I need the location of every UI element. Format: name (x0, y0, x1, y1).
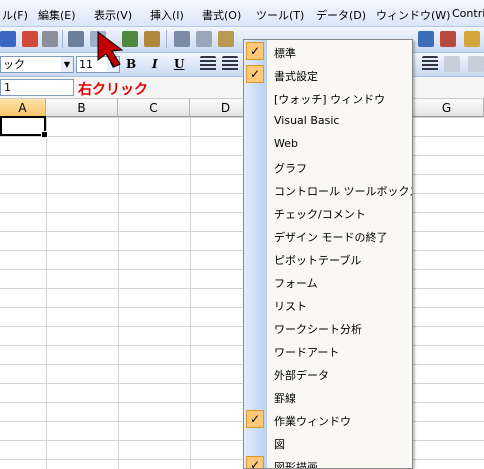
chevron-down-icon: ▼ (61, 57, 73, 72)
print-preview-icon[interactable] (42, 31, 58, 47)
menu-item-label: 標準 (274, 47, 296, 60)
cut-icon[interactable] (174, 31, 190, 47)
menu-item-label: 罫線 (274, 392, 296, 405)
menu-item[interactable]: Web (244, 132, 412, 155)
column-gridline (118, 117, 119, 469)
menu-item[interactable]: リスト (244, 293, 412, 316)
menu-item-label: [ウォッチ] ウィンドウ (274, 93, 386, 106)
menu-item-label: ピボットテーブル (274, 254, 362, 267)
menu-item[interactable]: ワークシート分析 (244, 316, 412, 339)
align-left-icon[interactable] (200, 56, 216, 72)
toolbar-separator (166, 30, 167, 48)
menu-item[interactable]: デザイン モードの終了 (244, 224, 412, 247)
menu-contri[interactable]: Contri (452, 7, 484, 20)
right-click-annotation: 右クリック (78, 82, 148, 98)
checkmark-icon: ✓ (246, 65, 264, 83)
menu-item-label: ワードアート (274, 346, 340, 359)
checkmark-icon: ✓ (246, 410, 264, 428)
font-size-value: 11 (79, 58, 93, 71)
sort-ascending-icon[interactable] (418, 31, 434, 47)
menu-item[interactable]: Visual Basic (244, 109, 412, 132)
column-gridline (46, 117, 47, 469)
menu-item-label: グラフ (274, 162, 307, 175)
menu-item-label: デザイン モードの終了 (274, 231, 388, 244)
menu-window[interactable]: ウィンドウ(W) (376, 7, 450, 23)
column-header-g[interactable]: G (410, 99, 484, 117)
menu-file[interactable]: ル(F) (2, 7, 28, 23)
align-center-icon[interactable] (222, 56, 238, 72)
column-gridline (190, 117, 191, 469)
menu-item[interactable]: ワードアート (244, 339, 412, 362)
column-header-b[interactable]: B (46, 99, 118, 117)
italic-button[interactable]: I (152, 57, 158, 71)
menu-item[interactable]: フォーム (244, 270, 412, 293)
menu-item-label: 作業ウィンドウ (274, 415, 351, 428)
underline-button[interactable]: U (174, 57, 184, 71)
menu-item[interactable]: 図 (244, 431, 412, 454)
menu-item[interactable]: ピボットテーブル (244, 247, 412, 270)
red-arrow-icon (97, 31, 124, 68)
menu-item-label: 図 (274, 438, 285, 451)
menu-tools[interactable]: ツール(T) (256, 7, 304, 23)
menu-item[interactable]: グラフ (244, 155, 412, 178)
sort-descending-icon[interactable] (440, 31, 456, 47)
research-icon[interactable] (144, 31, 160, 47)
borders-icon[interactable] (444, 56, 460, 72)
menu-item-label: フォーム (274, 277, 318, 290)
permission-icon[interactable] (22, 31, 38, 47)
menu-data[interactable]: データ(D) (316, 7, 366, 23)
increase-indent-icon[interactable] (422, 56, 438, 72)
font-name-value: ック (3, 58, 25, 71)
menu-item[interactable]: ✓ 図形描画 (244, 454, 412, 469)
toolbar-context-menu: ✓ 標準 ✓ 書式設定 [ウォッチ] ウィンドウ Visual Basic Web グラフコン… (243, 39, 413, 469)
menu-item[interactable]: ✓ 標準 (244, 40, 412, 63)
menu-item-label: リスト (274, 300, 307, 313)
menu-item-label: 書式設定 (274, 70, 318, 83)
column-header-a[interactable]: A (0, 99, 46, 117)
menu-item[interactable]: ✓ 書式設定 (244, 63, 412, 86)
menu-insert[interactable]: 挿入(I) (150, 7, 184, 23)
column-header-c[interactable]: C (118, 99, 190, 117)
menu-item-label: ワークシート分析 (274, 323, 362, 336)
checkmark-icon: ✓ (246, 42, 264, 60)
menu-item[interactable]: コントロール ツールボックス (244, 178, 412, 201)
name-box-value: 1 (4, 81, 11, 94)
menu-edit[interactable]: 編集(E) (38, 7, 76, 23)
checkmark-icon: ✓ (246, 456, 264, 468)
name-box[interactable]: 1 (0, 79, 74, 96)
menu-item[interactable]: [ウォッチ] ウィンドウ (244, 86, 412, 109)
fill-handle[interactable] (41, 131, 48, 138)
chart-wizard-icon[interactable] (464, 31, 480, 47)
menu-item-label: 図形描画 (274, 461, 318, 469)
menu-item[interactable]: チェック/コメント (244, 201, 412, 224)
active-cell[interactable] (0, 116, 48, 138)
menu-item[interactable]: 外部データ (244, 362, 412, 385)
copy-icon[interactable] (196, 31, 212, 47)
fill-color-icon[interactable] (468, 56, 484, 72)
menu-item-label: Web (274, 137, 298, 150)
font-name-select[interactable]: ック ▼ (0, 56, 74, 73)
print-icon[interactable] (68, 31, 84, 47)
menu-format[interactable]: 書式(O) (202, 7, 241, 23)
menu-bar: ル(F) 編集(E) 表示(V) 挿入(I) 書式(O) ツール(T) データ(… (0, 0, 484, 27)
menu-view[interactable]: 表示(V) (94, 7, 132, 23)
menu-item-label: チェック/コメント (274, 208, 366, 221)
menu-item[interactable]: 罫線 (244, 385, 412, 408)
menu-item-label: 外部データ (274, 369, 329, 382)
menu-item-label: Visual Basic (274, 114, 340, 127)
save-icon[interactable] (0, 31, 16, 47)
paste-icon[interactable] (218, 31, 234, 47)
menu-item-label: コントロール ツールボックス (274, 185, 413, 198)
menu-item[interactable]: ✓ 作業ウィンドウ (244, 408, 412, 431)
toolbar-separator (62, 30, 63, 48)
